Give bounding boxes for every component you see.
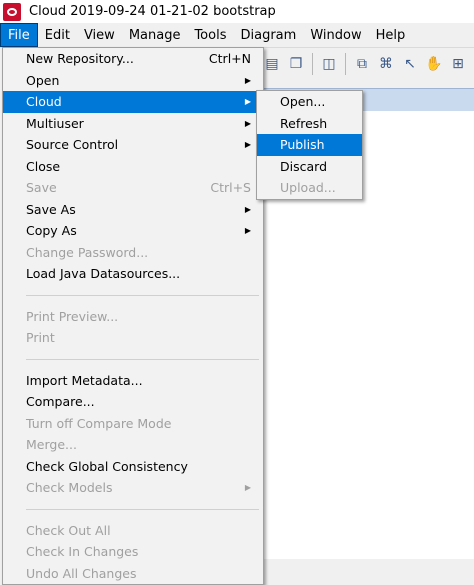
- menu-item-copy-as[interactable]: Copy As ▶: [3, 220, 263, 242]
- menu-item-load-java-datasources[interactable]: Load Java Datasources...: [3, 263, 263, 285]
- file-menu: New Repository... Ctrl+N Open ▶ Cloud ▶ …: [2, 47, 264, 585]
- menu-item-label: Source Control: [26, 137, 119, 153]
- cloud-item-refresh[interactable]: Refresh: [257, 113, 362, 135]
- menu-item-label: Change Password...: [26, 244, 149, 260]
- cloud-item-discard[interactable]: Discard: [257, 156, 362, 178]
- menu-item-compare[interactable]: Compare...: [3, 391, 263, 413]
- toolbar-separator: [312, 53, 313, 75]
- menu-item-label: Open...: [280, 94, 326, 110]
- menu-item-change-password: Change Password...: [3, 242, 263, 264]
- menu-item-check-out-all: Check Out All: [3, 520, 263, 542]
- menu-file[interactable]: File: [0, 23, 38, 47]
- menu-tools[interactable]: Tools: [187, 23, 233, 47]
- copy-icon[interactable]: ❐: [286, 54, 306, 74]
- submenu-arrow-icon: ▶: [244, 483, 251, 493]
- menu-item-multiuser[interactable]: Multiuser ▶: [3, 113, 263, 135]
- menu-item-new-repository[interactable]: New Repository... Ctrl+N: [3, 48, 263, 70]
- menu-item-turn-off-compare-mode: Turn off Compare Mode: [3, 413, 263, 435]
- cloud-item-publish[interactable]: Publish: [257, 134, 362, 156]
- menu-item-label: Check In Changes: [26, 544, 139, 560]
- menu-item-save: Save Ctrl+S: [3, 177, 263, 199]
- menu-item-label: Discard: [280, 158, 327, 174]
- menu-item-shortcut: Ctrl+N: [208, 51, 251, 67]
- submenu-arrow-icon: ▶: [244, 97, 251, 107]
- menu-item-label: Check Global Consistency: [26, 458, 188, 474]
- menu-item-label: Save As: [26, 201, 76, 217]
- cloud-submenu: Open... Refresh Publish Discard Upload..…: [256, 90, 363, 200]
- menu-item-undo-all-changes: Undo All Changes: [3, 563, 263, 585]
- menu-view[interactable]: View: [77, 23, 122, 47]
- menu-item-label: Close: [26, 158, 61, 174]
- diagram-icon[interactable]: ⧉: [352, 54, 372, 74]
- menu-separator: [26, 508, 259, 510]
- menu-item-label: Upload...: [280, 180, 336, 196]
- menu-item-import-metadata[interactable]: Import Metadata...: [3, 370, 263, 392]
- menu-item-print-preview: Print Preview...: [3, 306, 263, 328]
- menu-item-label: Import Metadata...: [26, 372, 143, 388]
- window-icon[interactable]: ◫: [319, 54, 339, 74]
- cloud-item-upload: Upload...: [257, 177, 362, 199]
- menu-item-label: Print: [26, 330, 55, 346]
- menu-item-label: Merge...: [26, 437, 77, 453]
- menu-item-source-control[interactable]: Source Control ▶: [3, 134, 263, 156]
- menu-item-label: Cloud: [26, 94, 62, 110]
- menu-item-print: Print: [3, 327, 263, 349]
- menu-separator: [26, 294, 259, 296]
- menu-item-label: Copy As: [26, 223, 77, 239]
- zoom-icon[interactable]: ⊞: [448, 54, 468, 74]
- menu-bar: File Edit View Manage Tools Diagram Wind…: [0, 23, 474, 48]
- toolbar: ▤ ❐ ◫ ⧉ ⌘ ↖ ✋ ⊞: [262, 48, 474, 80]
- menu-item-shortcut: Ctrl+S: [210, 180, 251, 196]
- window-title: Cloud 2019-09-24 01-21-02 bootstrap: [29, 4, 276, 19]
- pointer-icon[interactable]: ↖: [400, 54, 420, 74]
- menu-item-merge: Merge...: [3, 434, 263, 456]
- menu-item-label: Open: [26, 72, 60, 88]
- menu-item-label: Undo All Changes: [26, 565, 137, 581]
- menu-item-label: Check Out All: [26, 522, 111, 538]
- menu-item-label: New Repository...: [26, 51, 134, 67]
- menu-item-label: Load Java Datasources...: [26, 266, 181, 282]
- menu-item-label: Multiuser: [26, 115, 84, 131]
- menu-item-close[interactable]: Close: [3, 156, 263, 178]
- menu-item-open[interactable]: Open ▶: [3, 70, 263, 92]
- menu-item-label: Save: [26, 180, 57, 196]
- hand-icon[interactable]: ✋: [424, 54, 444, 74]
- menu-item-label: Print Preview...: [26, 308, 119, 324]
- menu-separator: [26, 358, 259, 360]
- menu-item-label: Check Models: [26, 480, 113, 496]
- menu-item-save-as[interactable]: Save As ▶: [3, 199, 263, 221]
- menu-item-label: Refresh: [280, 115, 328, 131]
- app-icon: [3, 2, 21, 21]
- submenu-arrow-icon: ▶: [244, 204, 251, 214]
- menu-item-cloud[interactable]: Cloud ▶: [3, 91, 263, 113]
- menu-item-check-in-changes: Check In Changes: [3, 541, 263, 563]
- document-icon[interactable]: ▤: [262, 54, 282, 74]
- menu-item-label: Turn off Compare Mode: [26, 415, 172, 431]
- menu-window[interactable]: Window: [303, 23, 368, 47]
- menu-item-check-global-consistency[interactable]: Check Global Consistency: [3, 456, 263, 478]
- menu-item-label: Compare...: [26, 394, 95, 410]
- submenu-arrow-icon: ▶: [244, 75, 251, 85]
- submenu-arrow-icon: ▶: [244, 140, 251, 150]
- menu-help[interactable]: Help: [369, 23, 413, 47]
- toolbar-separator: [345, 53, 346, 75]
- submenu-arrow-icon: ▶: [244, 226, 251, 236]
- submenu-arrow-icon: ▶: [244, 118, 251, 128]
- menu-item-label: Publish: [280, 137, 325, 153]
- cloud-item-open[interactable]: Open...: [257, 91, 362, 113]
- tree-icon[interactable]: ⌘: [376, 54, 396, 74]
- menu-item-check-models: Check Models ▶: [3, 477, 263, 499]
- title-bar: Cloud 2019-09-24 01-21-02 bootstrap: [0, 0, 474, 23]
- menu-edit[interactable]: Edit: [38, 23, 77, 47]
- menu-manage[interactable]: Manage: [122, 23, 188, 47]
- menu-diagram[interactable]: Diagram: [233, 23, 303, 47]
